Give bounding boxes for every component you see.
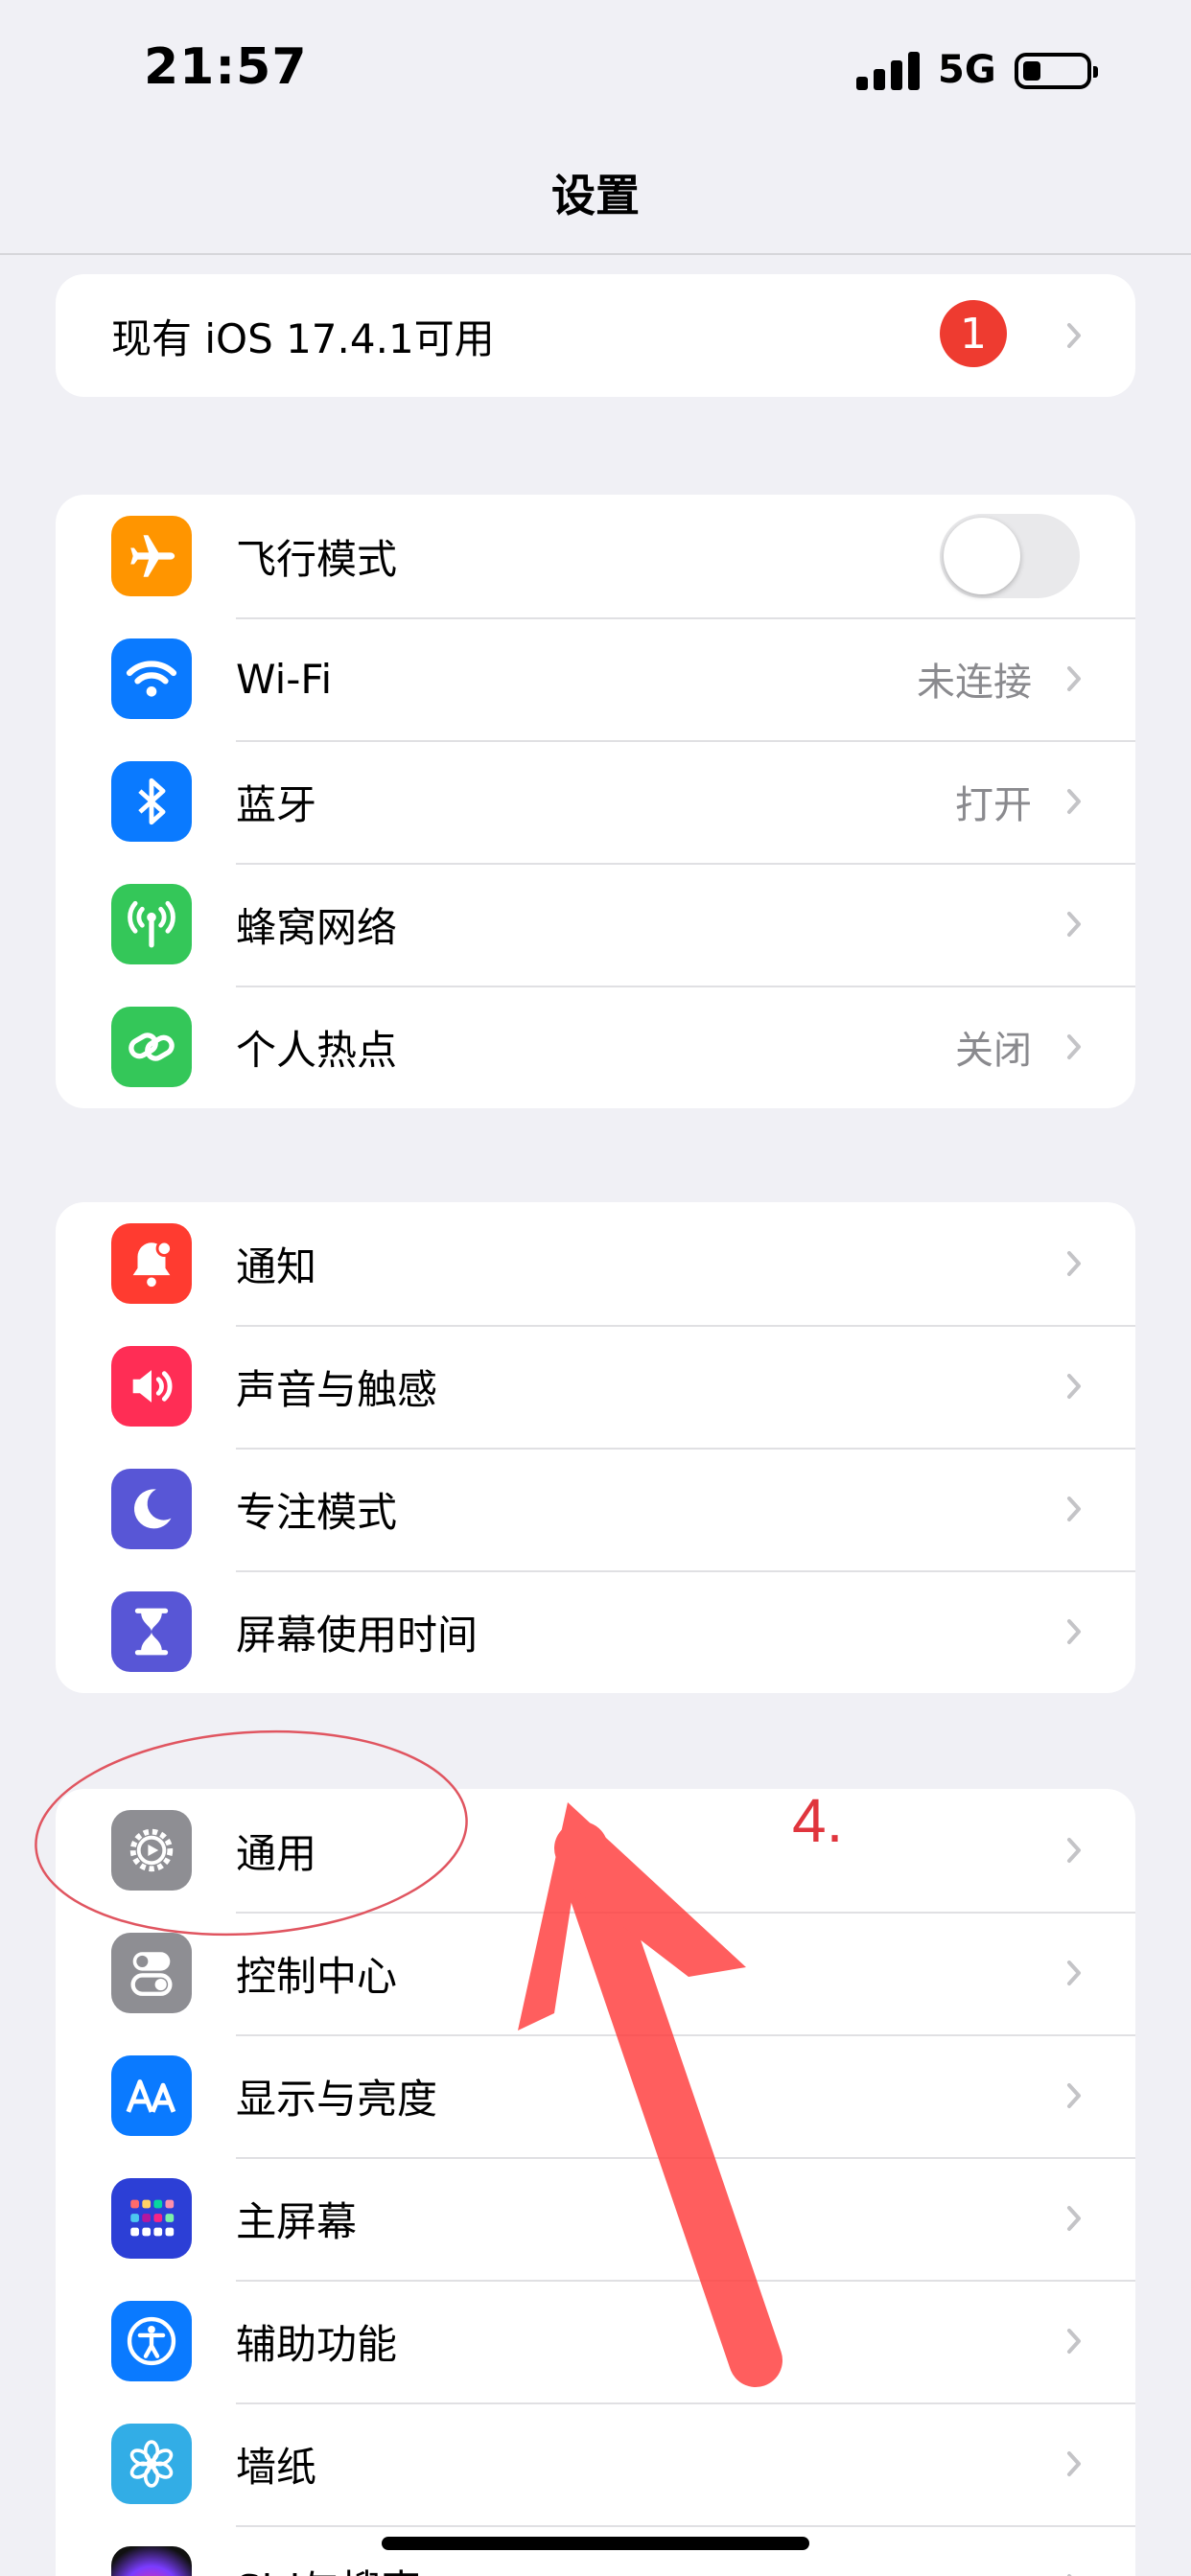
settings-row-label: 主屏幕 [236,2197,358,2245]
airplane-icon [111,516,192,596]
software-update-row[interactable]: 现有 iOS 17.4.1可用 1 [56,274,1135,397]
wifi-icon [111,638,192,719]
settings-row-screen-time[interactable]: 屏幕使用时间 [56,1570,1135,1693]
settings-row-label: 专注模式 [236,1488,398,1536]
settings-row-siri-search[interactable]: Siri与搜索 [56,2525,1135,2576]
accessibility-icon [111,2301,192,2381]
settings-row-home-screen[interactable]: 主屏幕 [56,2157,1135,2280]
cellular-signal-icon [856,52,920,90]
siri-icon [111,2546,192,2576]
settings-row-label: 飞行模式 [236,535,398,583]
chevron-right-icon [1067,666,1081,691]
chevron-right-icon [1067,912,1081,937]
notifications-group: 通知 声音与触感 专注模式 屏幕使用时间 [56,1202,1135,1693]
settings-row-bluetooth[interactable]: 蓝牙 打开 [56,740,1135,863]
chevron-right-icon [1067,2451,1081,2476]
settings-row-label: 蓝牙 [236,780,317,828]
chevron-right-icon [1067,2329,1081,2354]
settings-row-label: 屏幕使用时间 [236,1611,479,1659]
chevron-right-icon [1067,1838,1081,1863]
settings-row-label: 通知 [236,1242,317,1290]
status-time: 21:57 [144,38,308,96]
settings-row-wifi[interactable]: Wi-Fi 未连接 [56,617,1135,740]
settings-row-label: 个人热点 [236,1026,398,1074]
settings-row-general[interactable]: 通用 [56,1789,1135,1912]
status-bar: 21:57 5G [0,0,1191,144]
chevron-right-icon [1067,1497,1081,1521]
settings-row-label: 显示与亮度 [236,2075,438,2123]
settings-row-label: 墙纸 [236,2443,317,2491]
home-indicator [382,2537,809,2550]
app-grid-icon [111,2178,192,2259]
chevron-right-icon [1067,2083,1081,2108]
settings-row-value: 打开 [955,783,1032,827]
cellular-antenna-icon [111,884,192,964]
chevron-right-icon [1067,1251,1081,1276]
gear-icon [111,1810,192,1891]
bluetooth-icon [111,761,192,842]
settings-row-label: 声音与触感 [236,1365,438,1413]
switches-icon [111,1933,192,2013]
chevron-right-icon [1067,2206,1081,2231]
settings-row-value: 未连接 [917,661,1032,705]
settings-row-label: 控制中心 [236,1952,398,2000]
settings-row-sounds-haptics[interactable]: 声音与触感 [56,1325,1135,1448]
chevron-right-icon [1067,323,1081,348]
chevron-right-icon [1067,1374,1081,1399]
settings-row-value: 关闭 [955,1029,1032,1073]
chevron-right-icon [1067,1961,1081,1985]
settings-row-label: Siri与搜索 [236,2558,421,2576]
settings-row-notifications[interactable]: 通知 [56,1202,1135,1325]
settings-row-label: Wi-Fi [236,655,333,703]
software-update-label: 现有 iOS 17.4.1可用 [111,314,495,362]
airplane-mode-toggle[interactable] [940,514,1080,598]
settings-row-label: 辅助功能 [236,2320,398,2368]
settings-row-focus[interactable]: 专注模式 [56,1448,1135,1570]
speaker-icon [111,1346,192,1427]
annotation-step-label: 4. [792,1786,844,1855]
hotspot-link-icon [111,1007,192,1087]
settings-row-personal-hotspot[interactable]: 个人热点 关闭 [56,986,1135,1108]
hourglass-icon [111,1591,192,1672]
flower-icon [111,2424,192,2504]
settings-row-control-center[interactable]: 控制中心 [56,1912,1135,2034]
nav-divider [0,253,1191,255]
settings-row-airplane-mode[interactable]: 飞行模式 [56,495,1135,617]
page-title: 设置 [551,170,640,221]
chevron-right-icon [1067,789,1081,814]
software-update-card: 现有 iOS 17.4.1可用 1 [56,274,1135,397]
settings-row-label: 蜂窝网络 [236,903,398,951]
settings-row-label: 通用 [236,1829,317,1877]
chevron-right-icon [1067,1034,1081,1059]
update-badge: 1 [940,300,1007,367]
settings-row-wallpaper[interactable]: 墙纸 [56,2402,1135,2525]
bell-icon [111,1223,192,1304]
chevron-right-icon [1067,1619,1081,1644]
settings-row-cellular[interactable]: 蜂窝网络 [56,863,1135,986]
connectivity-group: 飞行模式 Wi-Fi 未连接 蓝牙 打开 蜂窝网络 个人热点 关闭 [56,495,1135,1108]
settings-row-display-brightness[interactable]: 显示与亮度 [56,2034,1135,2157]
general-group: 通用 控制中心 显示与亮度 主屏幕 辅助功能 墙纸 [56,1789,1135,2576]
settings-row-accessibility[interactable]: 辅助功能 [56,2280,1135,2402]
text-size-icon [111,2055,192,2136]
network-type: 5G [938,48,996,92]
moon-icon [111,1469,192,1549]
battery-icon [1015,53,1098,89]
